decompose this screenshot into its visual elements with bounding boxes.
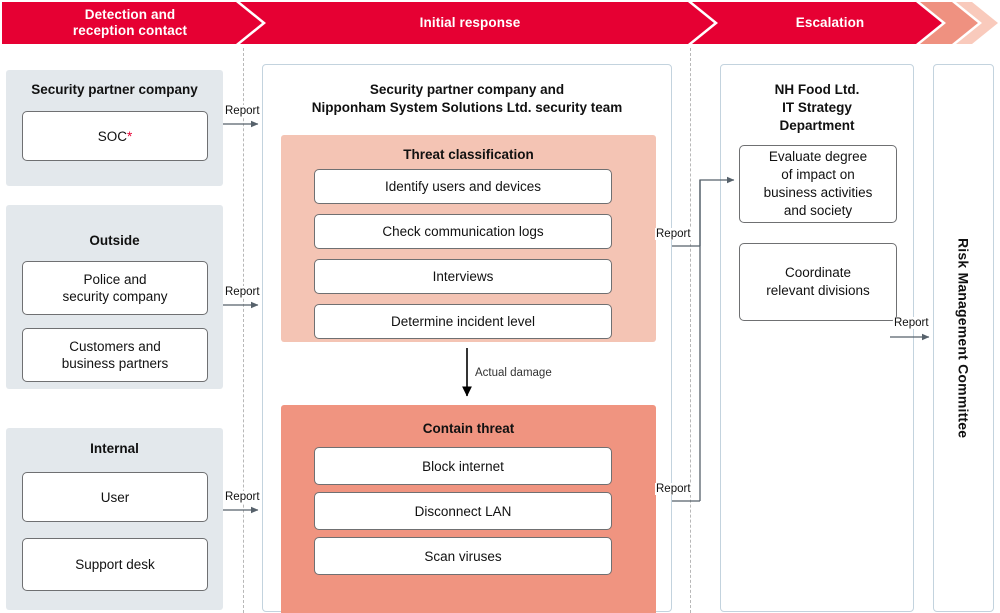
box-customers-business-partners[interactable]: Customers and business partners [22, 328, 208, 382]
connector-label-committee-report: Report [893, 317, 930, 329]
panel-risk-management-committee: Risk Management Committee [933, 64, 994, 612]
task-check-communication-logs[interactable]: Check communication logs [314, 214, 612, 249]
task-determine-incident-level[interactable]: Determine incident level [314, 304, 612, 339]
task-interviews[interactable]: Interviews [314, 259, 612, 294]
block-contain-threat: Contain threat Block internet Disconnect… [281, 405, 656, 613]
connector-label-soc-report: Report [224, 105, 261, 117]
box-police-security-company[interactable]: Police and security company [22, 261, 208, 315]
risk-management-committee-label: Risk Management Committee [955, 237, 972, 439]
box-support-desk[interactable]: Support desk [22, 538, 208, 591]
task-block-internet[interactable]: Block internet [314, 447, 612, 485]
block-title-contain-threat: Contain threat [422, 421, 515, 436]
block-threat-classification: Threat classification Identify users and… [281, 135, 656, 342]
task-identify-users-and-devices[interactable]: Identify users and devices [314, 169, 612, 204]
panel-title-security-team: Security partner company and Nipponham S… [311, 82, 623, 115]
task-scan-viruses[interactable]: Scan viruses [314, 537, 612, 575]
box-soc[interactable]: SOC * [22, 111, 208, 161]
phase-divider-2 [690, 48, 691, 613]
connector-label-internal-report: Report [224, 491, 261, 503]
panel-title-risk-management-committee: Risk Management Committee [934, 65, 993, 611]
phase-label-initial-response: Initial response [419, 15, 521, 30]
block-title-threat-classification: Threat classification [403, 147, 534, 162]
connector-label-outside-report: Report [224, 286, 261, 298]
box-evaluate-impact[interactable]: Evaluate degree of impact on business ac… [739, 145, 897, 223]
group-title-security-partner-company: Security partner company [31, 82, 198, 97]
phase-label-escalation: Escalation [795, 15, 865, 30]
group-title-outside: Outside [89, 233, 140, 248]
group-internal: Internal User Support desk [6, 428, 223, 610]
phase-label-detection: Detection and reception contact [72, 7, 188, 38]
flow-label-actual-damage: Actual damage [475, 367, 552, 379]
panel-it-strategy-department: NH Food Ltd. IT Strategy Department Eval… [720, 64, 914, 612]
box-coordinate-divisions[interactable]: Coordinate relevant divisions [739, 243, 897, 321]
group-outside: Outside Police and security company Cust… [6, 205, 223, 389]
task-disconnect-lan[interactable]: Disconnect LAN [314, 492, 612, 530]
box-soc-label: SOC [97, 128, 127, 144]
panel-title-it-strategy-department: NH Food Ltd. IT Strategy Department [774, 82, 860, 133]
group-security-partner-company: Security partner company SOC * [6, 70, 223, 186]
soc-asterisk: * [127, 128, 133, 144]
box-user[interactable]: User [22, 472, 208, 522]
diagram-canvas: Detection and reception contact Initial … [0, 0, 1000, 613]
connector-label-threat-classification-report: Report [655, 228, 692, 240]
connector-label-contain-threat-report: Report [655, 483, 692, 495]
phase-divider-1 [243, 48, 244, 613]
panel-security-team: Security partner company and Nipponham S… [262, 64, 672, 613]
group-title-internal: Internal [90, 441, 139, 456]
